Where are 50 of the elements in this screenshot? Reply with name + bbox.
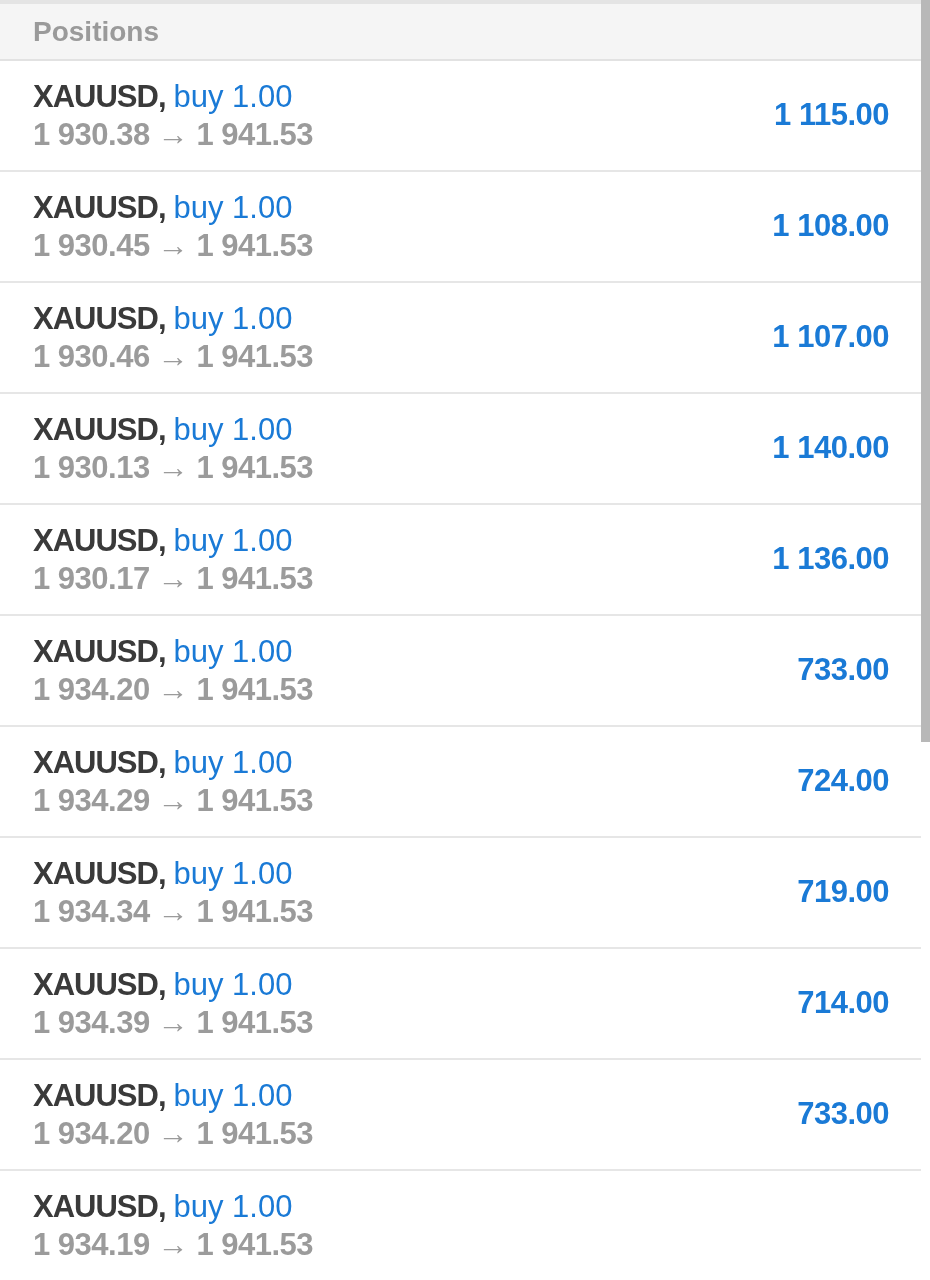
price-range: 1 930.46 → 1 941.53 (33, 337, 314, 376)
position-row[interactable]: XAUUSD, buy 1.00 1 934.34 → 1 941.53 719.00 (0, 838, 921, 949)
position-row[interactable]: XAUUSD, buy 1.00 1 934.39 → 1 941.53 714.00 (0, 949, 921, 1060)
position-row[interactable]: XAUUSD, buy 1.00 1 934.29 → 1 941.53 724.00 (0, 727, 921, 838)
profit-value: 1 108.00 (772, 207, 889, 246)
price-range: 1 930.45 → 1 941.53 (33, 226, 314, 265)
position-row[interactable]: XAUUSD, buy 1.00 1 934.20 → 1 941.53 733.00 (0, 1060, 921, 1171)
symbol-label: XAUUSD, (33, 1076, 166, 1115)
trade-side-label: buy 1.00 (173, 965, 293, 1004)
trade-side-label: buy 1.00 (173, 77, 293, 116)
symbol-label: XAUUSD, (33, 188, 166, 227)
profit-value: 1 107.00 (772, 318, 889, 357)
symbol-label: XAUUSD, (33, 854, 166, 893)
symbol-label: XAUUSD, (33, 743, 166, 782)
price-range: 1 934.39 → 1 941.53 (33, 1003, 314, 1042)
price-range: 1 934.20 → 1 941.53 (33, 1114, 314, 1153)
symbol-label: XAUUSD, (33, 77, 166, 116)
price-range: 1 934.19 → 1 941.53 (33, 1225, 314, 1264)
price-range: 1 934.20 → 1 941.53 (33, 670, 314, 709)
position-row[interactable]: XAUUSD, buy 1.00 1 934.19 → 1 941.53 (0, 1171, 921, 1280)
symbol-label: XAUUSD, (33, 521, 166, 560)
trade-side-label: buy 1.00 (173, 632, 293, 671)
price-range: 1 934.34 → 1 941.53 (33, 892, 314, 931)
section-title: Positions (33, 14, 159, 49)
profit-value: 719.00 (797, 873, 889, 912)
price-range: 1 930.38 → 1 941.53 (33, 115, 314, 154)
symbol-label: XAUUSD, (33, 965, 166, 1004)
profit-value: 714.00 (797, 984, 889, 1023)
symbol-label: XAUUSD, (33, 632, 166, 671)
trade-side-label: buy 1.00 (173, 854, 293, 893)
trade-side-label: buy 1.00 (173, 1187, 293, 1226)
profit-value: 733.00 (797, 1095, 889, 1134)
profit-value: 1 140.00 (772, 429, 889, 468)
price-range: 1 930.17 → 1 941.53 (33, 559, 314, 598)
trade-side-label: buy 1.00 (173, 743, 293, 782)
profit-value: 1 136.00 (772, 540, 889, 579)
symbol-label: XAUUSD, (33, 410, 166, 449)
profit-value: 724.00 (797, 762, 889, 801)
price-range: 1 934.29 → 1 941.53 (33, 781, 314, 820)
symbol-label: XAUUSD, (33, 299, 166, 338)
trade-side-label: buy 1.00 (173, 521, 293, 560)
trade-side-label: buy 1.00 (173, 299, 293, 338)
profit-value: 1 115.00 (774, 96, 889, 135)
trade-side-label: buy 1.00 (173, 1076, 293, 1115)
trade-side-label: buy 1.00 (173, 410, 293, 449)
profit-value: 733.00 (797, 651, 889, 690)
scrollbar[interactable] (921, 0, 930, 742)
trade-side-label: buy 1.00 (173, 188, 293, 227)
symbol-label: XAUUSD, (33, 1187, 166, 1226)
price-range: 1 930.13 → 1 941.53 (33, 448, 314, 487)
